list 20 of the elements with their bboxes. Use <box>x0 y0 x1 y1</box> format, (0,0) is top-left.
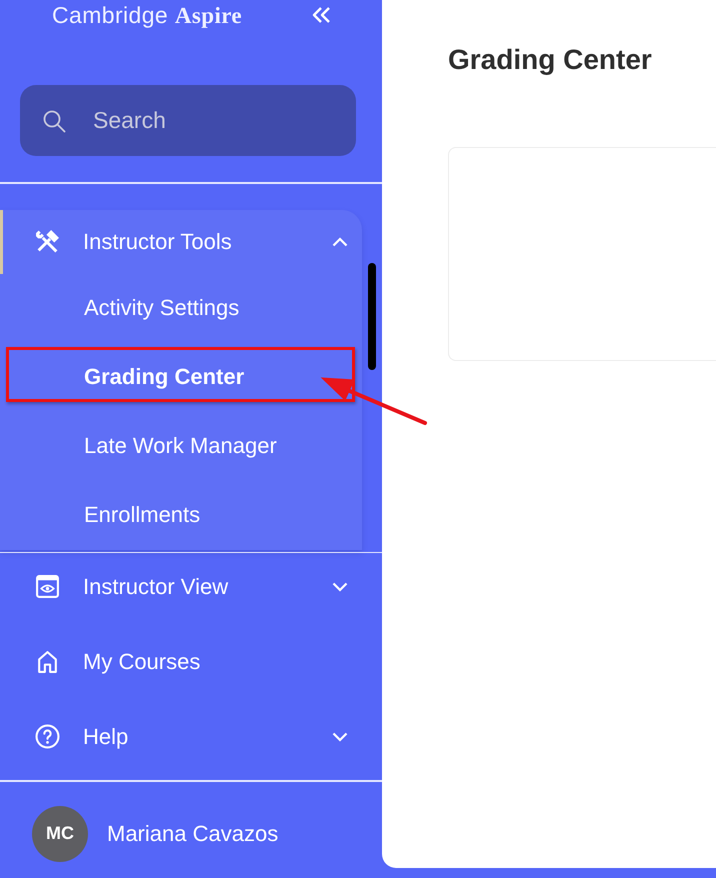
tools-icon <box>35 229 60 254</box>
help-icon <box>35 724 60 749</box>
submenu-item[interactable]: Grading Center <box>0 342 362 412</box>
search-icon <box>42 109 66 133</box>
home-icon <box>35 649 60 674</box>
avatar-initials: MC <box>32 806 88 862</box>
submenu-item[interactable]: Enrollments <box>0 480 362 550</box>
submenu-item[interactable]: Activity Settings <box>0 274 362 342</box>
submenu-item[interactable]: Late Work Manager <box>0 412 362 480</box>
double-chevron-icon[interactable] <box>312 7 332 23</box>
search-field[interactable]: Search <box>20 85 356 156</box>
scrollbar-thumb[interactable] <box>368 263 376 370</box>
nav-item[interactable]: Instructor View <box>0 553 362 620</box>
page-title: Grading Center <box>448 43 652 77</box>
logo-text: Cambridge Aspire <box>52 2 242 28</box>
user-profile-button[interactable]: MC Mariana Cavazos <box>32 806 278 862</box>
eye-window-icon <box>35 574 60 599</box>
nav-item[interactable]: Instructor Tools <box>0 210 362 274</box>
nav-item[interactable]: My Courses <box>0 628 362 695</box>
nav-item[interactable]: Help <box>0 703 362 770</box>
